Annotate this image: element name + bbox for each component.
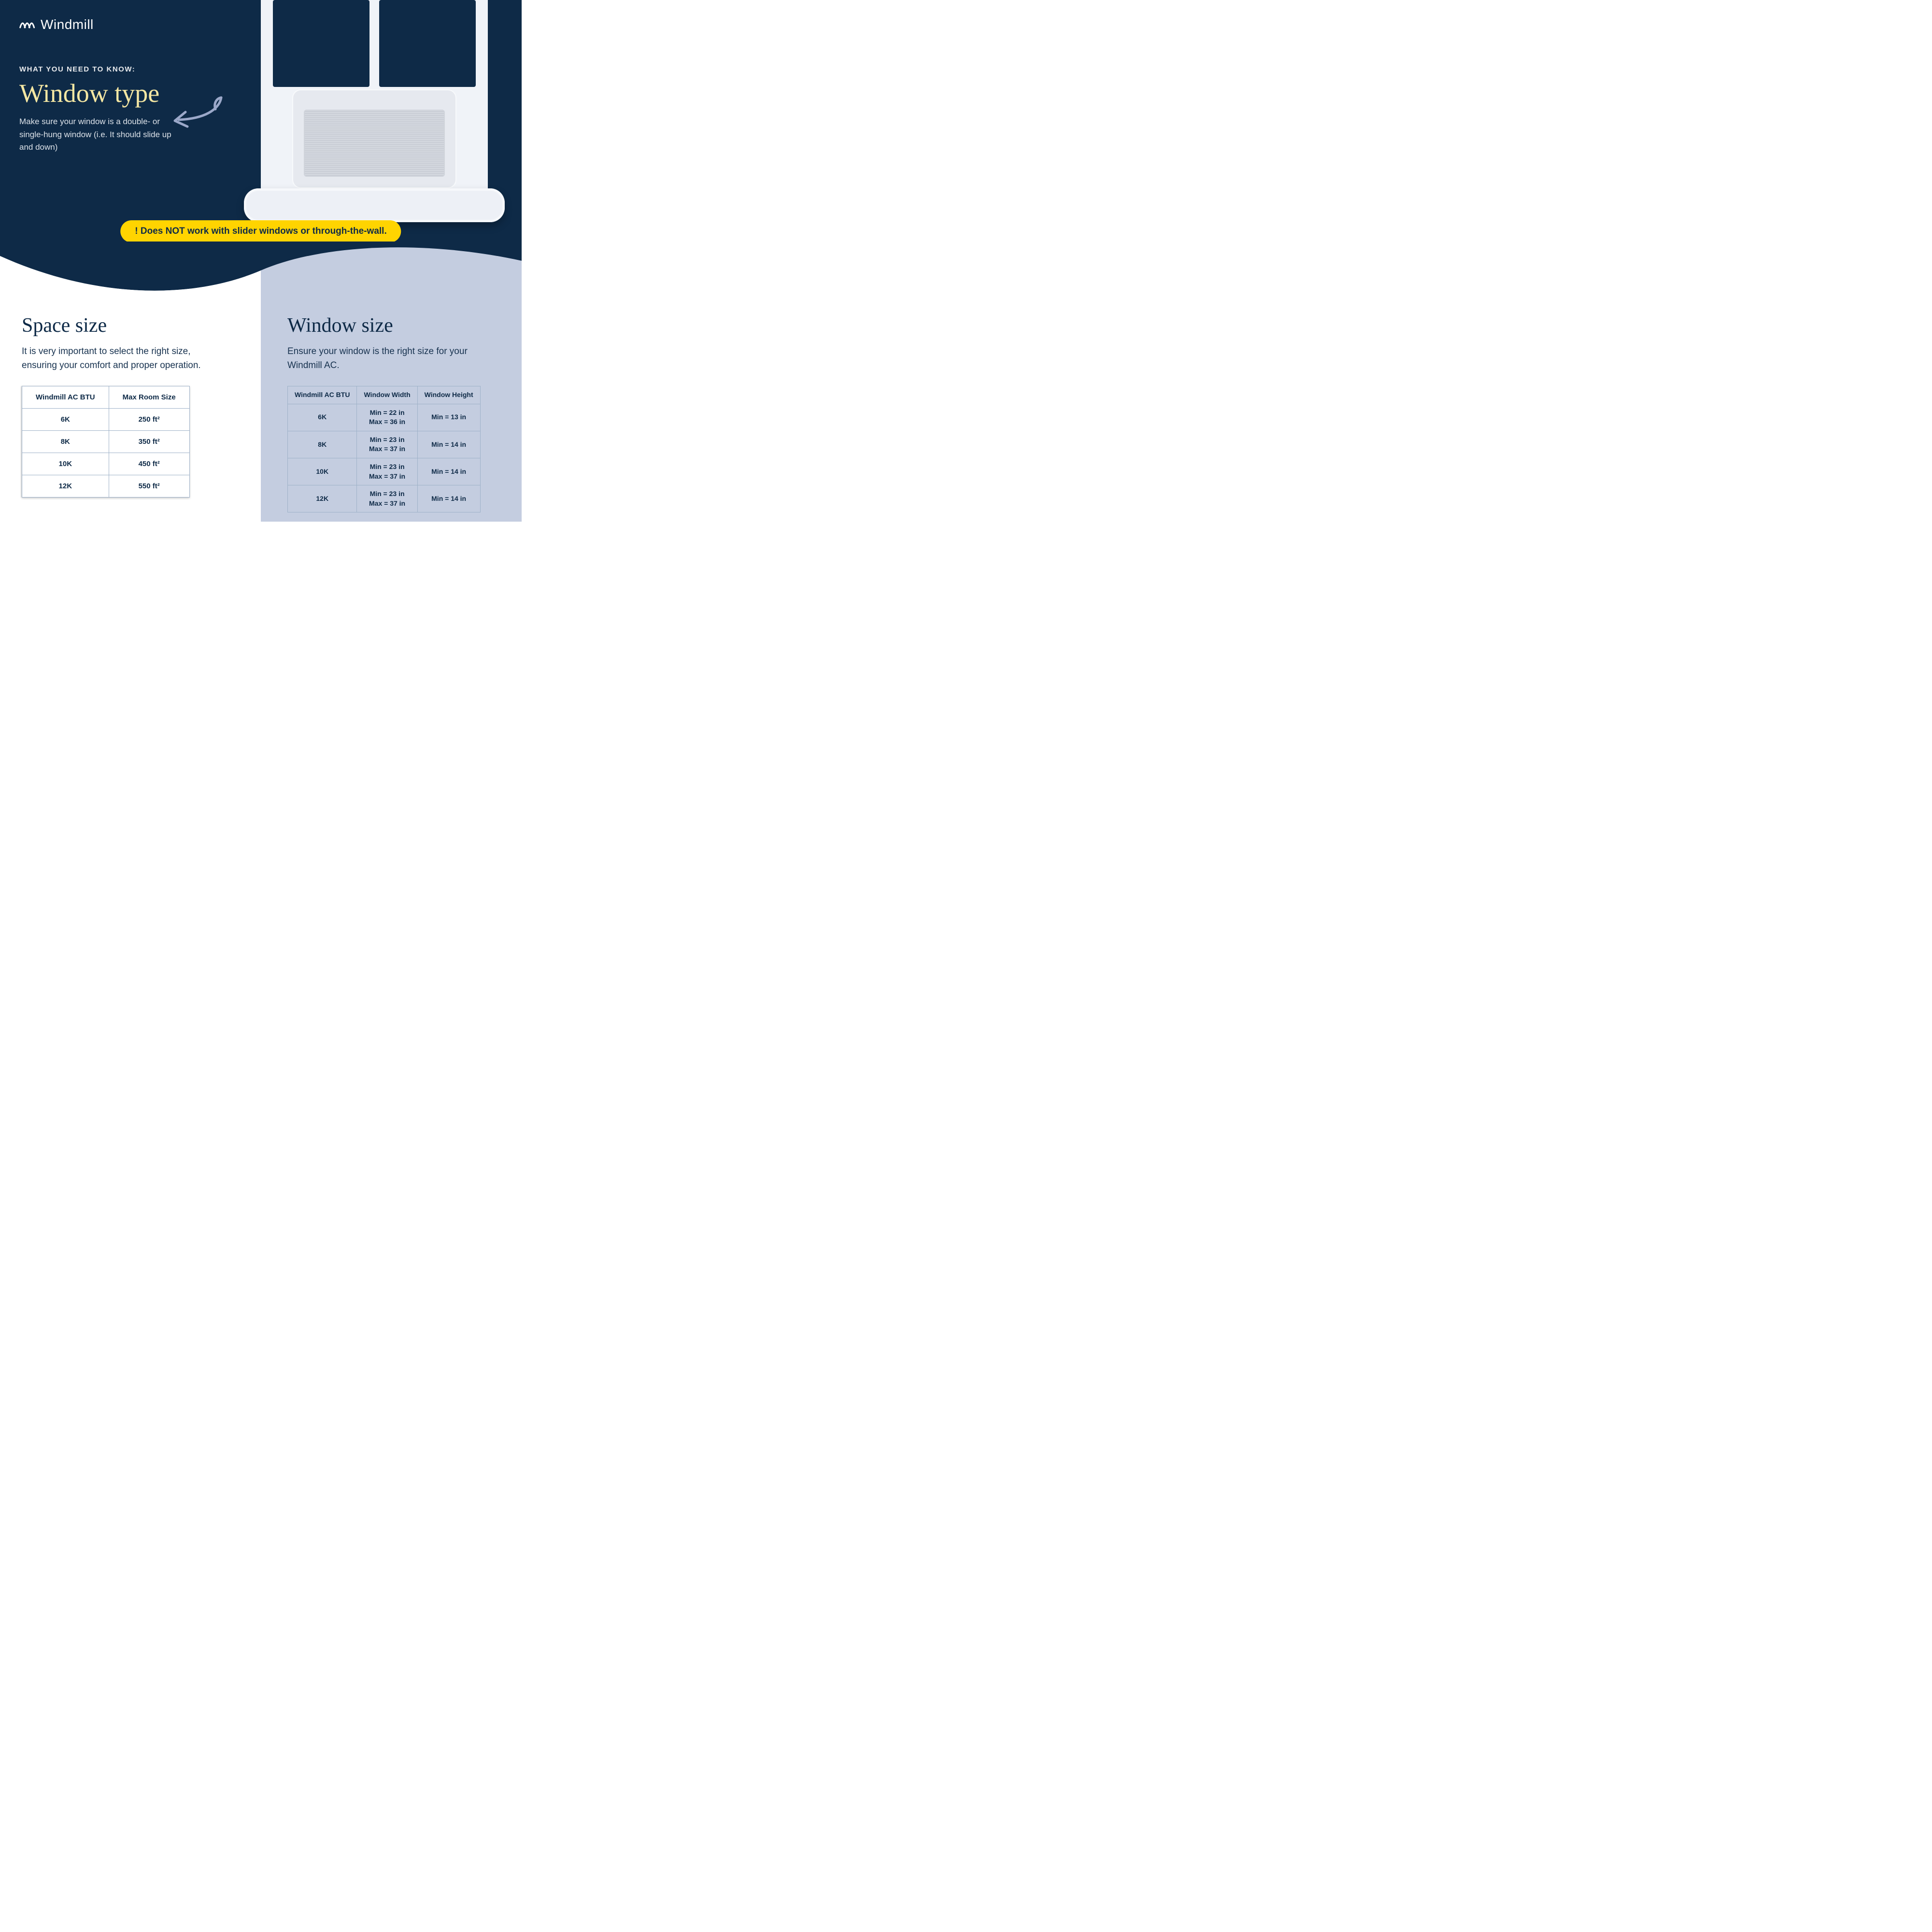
space-th-btu: Windmill AC BTU bbox=[22, 386, 109, 409]
window-th-btu: Windmill AC BTU bbox=[288, 386, 357, 404]
table-row: 12K Min = 23 inMax = 37 in Min = 14 in bbox=[288, 485, 481, 512]
table-row: 6K Min = 22 inMax = 36 in Min = 13 in bbox=[288, 404, 481, 431]
table-row: 8K350 ft² bbox=[22, 431, 190, 453]
table-row: Windmill AC BTU Window Width Window Heig… bbox=[288, 386, 481, 404]
table-row: 12K550 ft² bbox=[22, 475, 190, 497]
wave-divider bbox=[0, 242, 522, 309]
arrow-icon bbox=[164, 92, 227, 130]
window-th-width: Window Width bbox=[357, 386, 417, 404]
window-desc: Ensure your window is the right size for… bbox=[287, 345, 481, 372]
space-title: Space size bbox=[22, 314, 239, 337]
space-desc: It is very important to select the right… bbox=[22, 345, 215, 372]
hero-section: Windmill WHAT YOU NEED TO KNOW: Window t… bbox=[0, 0, 522, 256]
window-illustration bbox=[244, 0, 505, 222]
window-table: Windmill AC BTU Window Width Window Heig… bbox=[287, 386, 481, 512]
space-th-room: Max Room Size bbox=[109, 386, 189, 409]
table-row: Windmill AC BTU Max Room Size bbox=[22, 386, 190, 409]
hero-description: Make sure your window is a double- or si… bbox=[19, 115, 179, 154]
table-row: 8K Min = 23 inMax = 37 in Min = 14 in bbox=[288, 431, 481, 458]
window-th-height: Window Height bbox=[417, 386, 480, 404]
table-row: 10K450 ft² bbox=[22, 453, 190, 475]
table-row: 6K250 ft² bbox=[22, 409, 190, 431]
warning-pill: ! Does NOT work with slider windows or t… bbox=[120, 220, 401, 242]
window-title: Window size bbox=[287, 314, 500, 337]
space-table: Windmill AC BTU Max Room Size 6K250 ft² … bbox=[22, 386, 190, 497]
brand-name: Windmill bbox=[41, 17, 94, 32]
table-row: 10K Min = 23 inMax = 37 in Min = 14 in bbox=[288, 458, 481, 485]
windmill-icon bbox=[19, 18, 36, 31]
